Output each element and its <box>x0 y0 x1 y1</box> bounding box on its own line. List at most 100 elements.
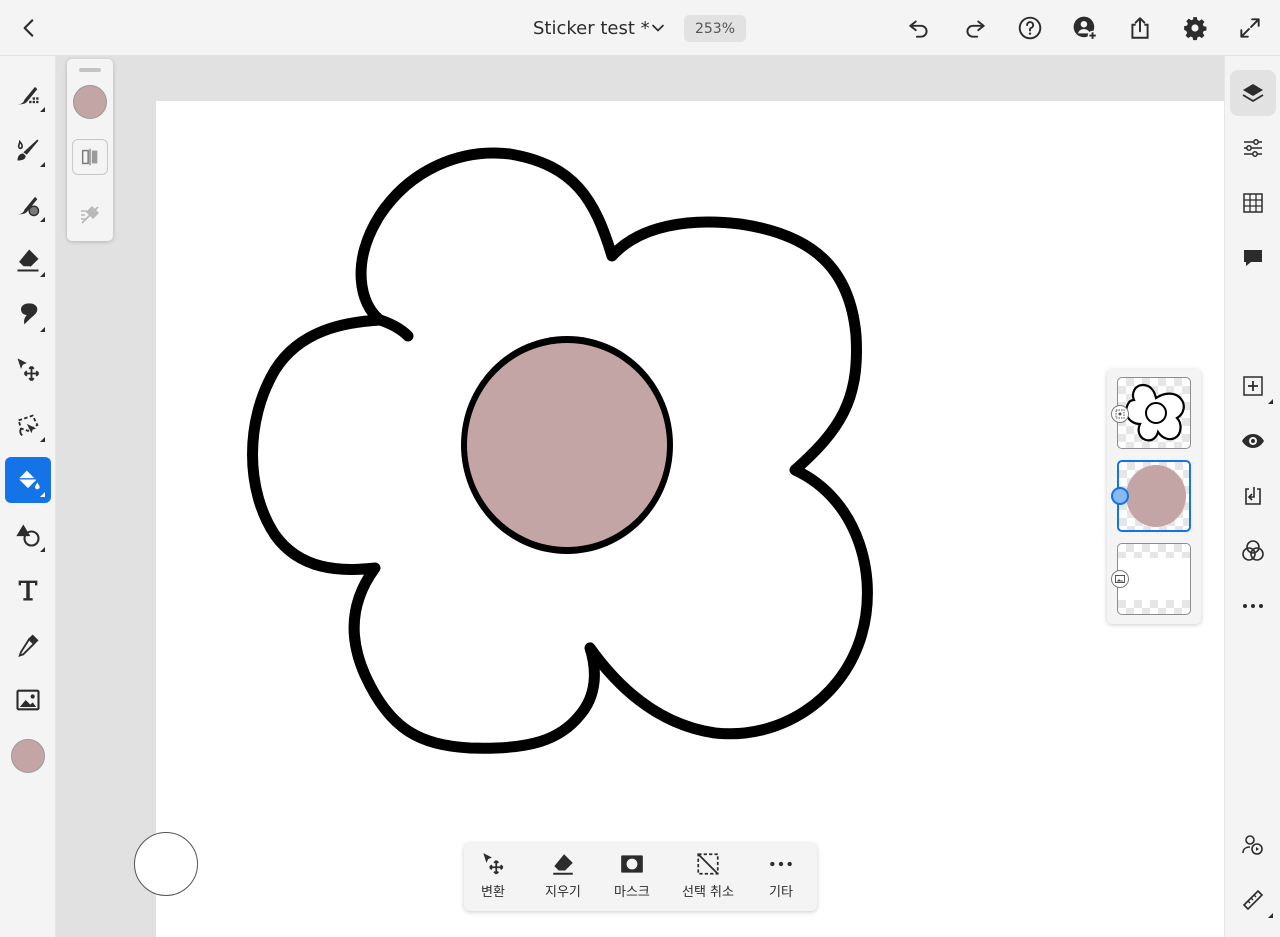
deselect-icon <box>697 853 719 875</box>
mask-action[interactable]: 마스크 <box>614 851 650 905</box>
ruler-button[interactable] <box>1230 877 1276 923</box>
place-image-tool[interactable] <box>5 677 51 723</box>
transform-label: 변환 <box>481 885 505 900</box>
eraser-icon <box>17 249 39 272</box>
eraser-tool[interactable] <box>5 237 51 283</box>
move-icon <box>17 358 40 382</box>
comments-button[interactable] <box>1230 235 1276 281</box>
back-button[interactable] <box>11 10 47 46</box>
deselect-label: 선택 취소 <box>682 885 734 900</box>
more-action[interactable]: 기타 <box>768 851 794 905</box>
add-layer-button[interactable] <box>1230 363 1276 409</box>
eyedropper-icon <box>18 634 39 657</box>
flower-center-fill <box>467 343 667 547</box>
layers-button[interactable] <box>1230 70 1276 116</box>
merge-down-button[interactable] <box>1230 473 1276 519</box>
drag-handle[interactable] <box>79 68 101 72</box>
undo-icon <box>909 20 928 38</box>
transform-action[interactable]: 변환 <box>480 851 506 905</box>
contextual-taskbar: 변환 지우기 마스크 선택 취소 기타 <box>464 843 817 911</box>
livestream-button[interactable] <box>1230 822 1276 868</box>
blend-mode-button[interactable] <box>1230 528 1276 574</box>
fill-mode-button[interactable] <box>72 139 108 175</box>
share-button[interactable] <box>1122 10 1158 46</box>
more-label: 기타 <box>769 885 793 900</box>
left-toolbar <box>0 56 56 937</box>
mask-icon <box>621 855 643 873</box>
redo-button[interactable] <box>957 10 993 46</box>
lasso-selection-icon <box>17 414 39 437</box>
touch-shortcut-button[interactable] <box>134 832 198 896</box>
more-layer-options-button[interactable] <box>1230 583 1276 629</box>
fullscreen-button[interactable] <box>1232 10 1268 46</box>
add-layer-icon <box>1243 376 1263 396</box>
layer-3-badge <box>1111 570 1129 588</box>
visibility-icon <box>1242 434 1264 448</box>
help-button[interactable] <box>1012 10 1048 46</box>
pixel-brush-icon <box>17 86 39 105</box>
vector-brush-icon <box>17 196 40 217</box>
layers-panel <box>1107 369 1201 624</box>
group-layer-icon <box>1115 409 1125 419</box>
type-tool[interactable] <box>5 567 51 613</box>
grid-button[interactable] <box>1230 180 1276 226</box>
more-icon <box>1243 604 1263 608</box>
deselect-action[interactable]: 선택 취소 <box>682 851 734 905</box>
adjustments-button[interactable] <box>1230 125 1276 171</box>
layer-2-badge-selected <box>1111 487 1129 505</box>
erase-action[interactable]: 지우기 <box>545 851 581 905</box>
transform-icon <box>483 853 504 875</box>
back-icon <box>23 19 34 37</box>
fullscreen-icon <box>1240 18 1260 38</box>
help-icon <box>1018 16 1042 40</box>
blend-mode-icon <box>1242 540 1264 561</box>
fill-tool[interactable] <box>5 457 51 503</box>
shapes-tool[interactable] <box>5 512 51 558</box>
pixel-brush-tool[interactable] <box>5 72 51 118</box>
fill-sample-icon <box>81 206 99 224</box>
redo-icon <box>966 20 985 38</box>
live-brush-tool[interactable] <box>5 127 51 173</box>
fill-sample-button[interactable] <box>72 197 108 233</box>
more-icon <box>770 861 792 867</box>
smudge-tool[interactable] <box>5 292 51 338</box>
image-icon <box>16 689 40 711</box>
paint-bucket-icon <box>18 470 40 490</box>
right-rail <box>1224 56 1280 937</box>
zoom-level[interactable]: 253% <box>684 15 746 42</box>
ruler-icon <box>1242 889 1264 911</box>
eraser-icon <box>553 854 573 875</box>
title-menu-button[interactable] <box>644 14 672 42</box>
image-layer-icon <box>1115 575 1125 583</box>
visibility-button[interactable] <box>1230 418 1276 464</box>
layer-1-badge <box>1111 405 1129 423</box>
invite-icon <box>1073 16 1098 41</box>
fill-color-swatch[interactable] <box>73 85 107 119</box>
artboard-canvas[interactable] <box>156 101 1224 937</box>
vector-brush-tool[interactable] <box>5 182 51 228</box>
erase-label: 지우기 <box>545 885 581 900</box>
flower-artwork <box>247 147 873 754</box>
chevron-down-icon <box>652 24 664 32</box>
layers-icon <box>1242 84 1264 103</box>
shapes-icon <box>16 524 40 547</box>
merge-down-icon <box>1245 487 1261 505</box>
share-icon <box>1131 17 1149 39</box>
live-brush-icon <box>17 139 39 161</box>
type-icon <box>18 580 38 601</box>
tool-options-panel <box>67 59 113 241</box>
undo-button[interactable] <box>901 10 937 46</box>
move-transform-tool[interactable] <box>5 347 51 393</box>
selection-tool[interactable] <box>5 402 51 448</box>
adjustments-icon <box>1244 139 1262 157</box>
grid-icon <box>1243 193 1263 213</box>
document-title[interactable]: Sticker test * <box>533 18 650 39</box>
current-color-swatch[interactable] <box>11 739 45 773</box>
top-bar: Sticker test * 253% <box>0 0 1280 56</box>
livestream-icon <box>1242 835 1263 855</box>
invite-button[interactable] <box>1067 10 1103 46</box>
mask-label: 마스크 <box>614 885 650 900</box>
eyedropper-tool[interactable] <box>5 622 51 668</box>
smudge-icon <box>21 303 38 325</box>
settings-button[interactable] <box>1177 10 1213 46</box>
